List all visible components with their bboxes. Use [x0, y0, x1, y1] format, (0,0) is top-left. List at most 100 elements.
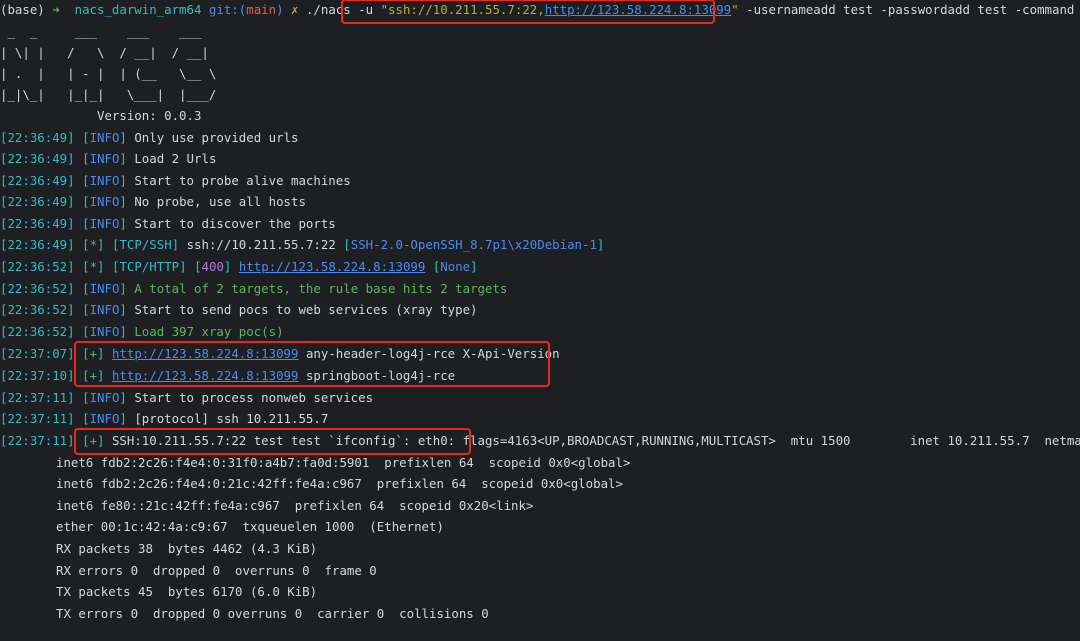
- service-banner: SSH-2.0-OpenSSH_8.7p1\x20Debian-1: [350, 237, 597, 252]
- log-timestamp: 22:36:49: [7, 151, 68, 166]
- log-line: [22:36:52] [INFO] Load 397 xray poc(s): [0, 324, 284, 339]
- version-text: Version: 0.0.3: [96, 108, 202, 123]
- current-directory: nacs_darwin_arm64: [74, 2, 202, 17]
- log-tag: *: [89, 237, 98, 252]
- command-name: ./nacs: [305, 2, 351, 17]
- ifconfig-output-line: RX packets 38 bytes 4462 (4.3 KiB): [56, 541, 318, 556]
- vuln-url-link[interactable]: http://123.58.224.8:13099: [112, 368, 299, 383]
- log-timestamp: 22:36:52: [7, 259, 68, 274]
- log-tag: INFO: [89, 324, 120, 339]
- vuln-name: any-header-log4j-rce X-Api-Version: [305, 346, 560, 361]
- log-line: [22:36:49] [INFO] Load 2 Urls: [0, 151, 217, 166]
- log-timestamp: 22:37:11: [7, 390, 68, 405]
- log-message: Start to discover the ports: [134, 216, 336, 231]
- ssh-output: SSH:10.211.55.7:22 test test `ifconfig`:…: [111, 433, 1080, 448]
- log-message: xray poc(s): [194, 324, 284, 339]
- log-tag: INFO: [89, 151, 120, 166]
- command-prompt-line: (base) ➜ nacs_darwin_arm64 git:(main) ✗ …: [0, 0, 1080, 20]
- log-tag: +: [89, 346, 98, 361]
- conda-env: (base): [0, 2, 45, 17]
- git-dirty-icon: ✗: [291, 2, 299, 17]
- log-message: Load: [134, 324, 172, 339]
- target-url-link[interactable]: http://123.58.224.8:13099: [545, 2, 732, 17]
- log-timestamp: 22:36:49: [7, 237, 68, 252]
- log-timestamp: 22:36:49: [7, 216, 68, 231]
- log-message: targets: [447, 281, 508, 296]
- log-timestamp: 22:36:49: [7, 194, 68, 209]
- log-timestamp: 22:36:52: [7, 302, 68, 317]
- hit-count: 2: [440, 281, 448, 296]
- log-message: [protocol] ssh 10.211.55.7: [134, 411, 329, 426]
- banner-line: |_|\_| |_|_| \___| |___/: [0, 87, 217, 102]
- ifconfig-output-line: RX errors 0 dropped 0 overruns 0 frame 0: [56, 563, 377, 578]
- ifconfig-output-line: ether 00:1c:42:4a:c9:67 txqueuelen 1000 …: [56, 519, 444, 534]
- server-header: None: [440, 259, 471, 274]
- log-line: [22:37:11] [INFO] Start to process nonwe…: [0, 390, 374, 405]
- vuln-finding-line: [22:37:10] [+] http://123.58.224.8:13099…: [0, 368, 456, 383]
- log-line: [22:37:11] [INFO] [protocol] ssh 10.211.…: [0, 411, 329, 426]
- log-tag: INFO: [89, 216, 120, 231]
- log-tag: INFO: [89, 194, 120, 209]
- log-message: Load 2 Urls: [134, 151, 217, 166]
- log-line: [22:36:49] [INFO] Start to discover the …: [0, 216, 336, 231]
- log-line: [22:36:49] [INFO] No probe, use all host…: [0, 194, 306, 209]
- log-line: [22:36:49] [INFO] Start to probe alive m…: [0, 173, 351, 188]
- log-line: [22:36:52] [INFO] A total of 2 targets, …: [0, 281, 508, 296]
- log-tag: INFO: [89, 411, 120, 426]
- poc-count: 397: [171, 324, 195, 339]
- git-close: ): [276, 2, 284, 17]
- vuln-name: springboot-log4j-rce: [305, 368, 456, 383]
- log-tag: INFO: [89, 390, 120, 405]
- ssh-command-result-line: [22:37:11] [+] SSH:10.211.55.7:22 test t…: [0, 431, 1080, 451]
- log-line: [22:36:52] [INFO] Start to send pocs to …: [0, 302, 478, 317]
- log-timestamp: 22:36:52: [7, 324, 68, 339]
- banner-line: _ _ ___ ___ ___: [0, 24, 209, 39]
- target-count: 2: [216, 281, 224, 296]
- log-timestamp: 22:37:07: [7, 346, 68, 361]
- git-label: git:(: [208, 2, 247, 17]
- log-tag: *: [89, 259, 98, 274]
- prompt-arrow-icon: ➜: [52, 2, 60, 17]
- banner-line: | . | | - | | (__ \__ \: [0, 66, 217, 81]
- targets-arg-start: "ssh://10.211.55.7:22,: [380, 2, 545, 17]
- web-target-link[interactable]: http://123.58.224.8:13099: [239, 259, 426, 274]
- git-branch: main: [246, 2, 277, 17]
- targets-arg-end: ": [731, 2, 739, 17]
- ifconfig-output-line: inet6 fe80::21c:42ff:fe4a:c967 prefixlen…: [56, 498, 534, 513]
- log-line: [22:36:49] [INFO] Only use provided urls: [0, 130, 299, 145]
- protocol-label: TCP/HTTP: [119, 259, 180, 274]
- log-message: Start to process nonweb services: [134, 390, 374, 405]
- log-line: [22:36:52] [*] [TCP/HTTP] [400] http://1…: [0, 259, 478, 274]
- log-message: No probe, use all hosts: [134, 194, 306, 209]
- log-line: [22:36:49] [*] [TCP/SSH] ssh://10.211.55…: [0, 237, 605, 252]
- log-timestamp: 22:36:49: [7, 173, 68, 188]
- log-tag: INFO: [89, 281, 120, 296]
- log-message: A total of: [134, 281, 217, 296]
- log-tag: INFO: [89, 130, 120, 145]
- vuln-finding-line: [22:37:07] [+] http://123.58.224.8:13099…: [0, 346, 560, 361]
- log-message: Start to probe alive machines: [134, 173, 351, 188]
- log-timestamp: 22:36:49: [7, 130, 68, 145]
- vuln-url-link[interactable]: http://123.58.224.8:13099: [112, 346, 299, 361]
- log-tag: +: [89, 368, 98, 383]
- log-timestamp: 22:37:11: [7, 433, 68, 448]
- command-rest-args: -usernameadd test -passwordadd test -com…: [746, 2, 1075, 17]
- flag-u: -u: [358, 2, 374, 17]
- log-timestamp: 22:37:10: [7, 368, 68, 383]
- http-status-code: 400: [201, 259, 224, 274]
- log-timestamp: 22:36:52: [7, 281, 68, 296]
- ifconfig-output-line: inet6 fdb2:2c26:f4e4:0:21c:42ff:fe4a:c96…: [56, 476, 623, 491]
- log-tag: INFO: [89, 302, 120, 317]
- log-message: Only use provided urls: [134, 130, 299, 145]
- version-line: Version: 0.0.3: [0, 106, 1080, 126]
- terminal-window[interactable]: (base) ➜ nacs_darwin_arm64 git:(main) ✗ …: [0, 0, 1080, 641]
- banner-line: | \| | / \ / __| / __|: [0, 45, 209, 60]
- service-target: ssh://10.211.55.7:22: [186, 237, 336, 252]
- ifconfig-output-line: TX packets 45 bytes 6170 (6.0 KiB): [56, 584, 318, 599]
- log-message: targets, the rule base hits: [223, 281, 441, 296]
- ifconfig-output-line: inet6 fdb2:2c26:f4e4:0:31f0:a4b7:fa0d:59…: [56, 455, 631, 470]
- log-timestamp: 22:37:11: [7, 411, 68, 426]
- log-tag: INFO: [89, 173, 120, 188]
- protocol-label: TCP/SSH: [119, 237, 172, 252]
- log-message: Start to send pocs to web services (xray…: [134, 302, 478, 317]
